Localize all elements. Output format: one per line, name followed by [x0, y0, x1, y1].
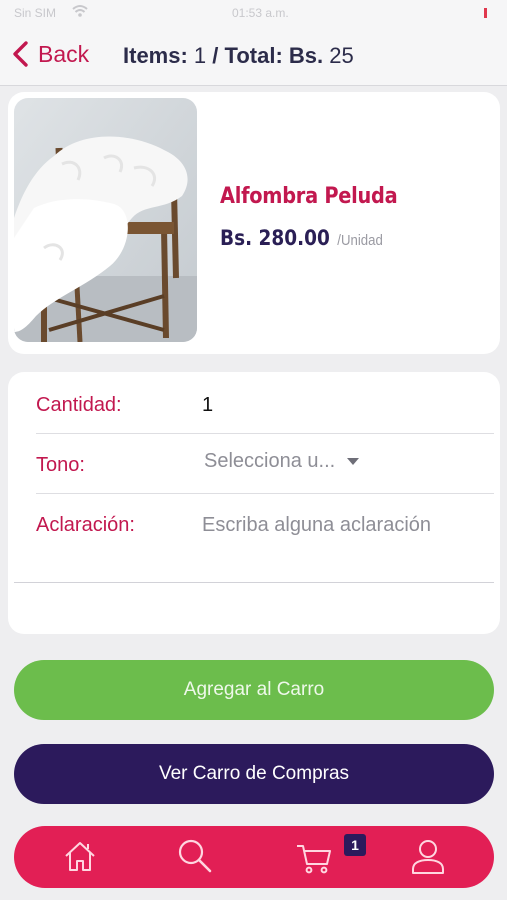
- cart-count-badge: 1: [344, 834, 366, 856]
- currency-label: Bs.: [288, 43, 324, 68]
- note-label: Aclaración:: [36, 514, 135, 536]
- items-count: 1: [193, 43, 207, 68]
- tone-label: Tono:: [36, 454, 85, 476]
- product-price: Bs. 280.00: [220, 226, 330, 250]
- tab-cart[interactable]: [294, 836, 334, 876]
- wifi-icon: [72, 5, 88, 17]
- back-button[interactable]: Back: [10, 40, 89, 68]
- tone-selected-value: Selecciona u...: [204, 450, 336, 472]
- status-bar: Sin SIM 01:53 a.m.: [0, 0, 507, 26]
- tab-bar: 1: [14, 826, 494, 888]
- tone-dropdown[interactable]: Selecciona u...: [204, 450, 360, 473]
- quantity-input[interactable]: [202, 388, 402, 422]
- quantity-row: Cantidad:: [36, 374, 494, 434]
- carrier-label: Sin SIM: [14, 6, 57, 20]
- order-form: Cantidad: Tono: Selecciona u... Aclaraci…: [8, 372, 500, 634]
- price-row: Bs. 280.00 /Unidad: [220, 226, 383, 250]
- total-label: / Total:: [212, 43, 283, 68]
- back-label: Back: [38, 40, 90, 67]
- navigation-bar: Back Items: 1 / Total: Bs. 25: [0, 26, 507, 86]
- profile-icon: [412, 840, 444, 874]
- cart-icon: [297, 845, 331, 874]
- chevron-left-icon: [13, 41, 28, 67]
- view-cart-button[interactable]: Ver Carro de Compras: [14, 744, 494, 804]
- cart-summary: Items: 1 / Total: Bs. 25: [123, 43, 354, 69]
- product-card: Alfombra Peluda Bs. 280.00 /Unidad: [8, 92, 500, 354]
- tab-search[interactable]: [174, 836, 214, 876]
- product-name: Alfombra Peluda: [220, 184, 398, 209]
- product-image: [14, 98, 197, 342]
- tab-home[interactable]: [60, 836, 100, 876]
- caret-down-icon: [347, 458, 360, 465]
- quantity-label: Cantidad:: [36, 394, 122, 416]
- tab-profile[interactable]: [408, 836, 448, 876]
- search-icon: [178, 839, 212, 873]
- tone-row: Tono: Selecciona u...: [36, 434, 494, 494]
- product-unit: /Unidad: [337, 232, 383, 249]
- note-input[interactable]: [202, 508, 492, 542]
- battery-icon: [484, 8, 487, 18]
- clock-label: 01:53 a.m.: [232, 6, 289, 20]
- note-row: Aclaración:: [36, 494, 494, 554]
- home-icon: [65, 842, 95, 871]
- total-value: 25: [329, 43, 354, 68]
- add-to-cart-button[interactable]: Agregar al Carro: [14, 660, 494, 720]
- items-label: Items:: [123, 43, 188, 68]
- form-divider: [14, 582, 494, 583]
